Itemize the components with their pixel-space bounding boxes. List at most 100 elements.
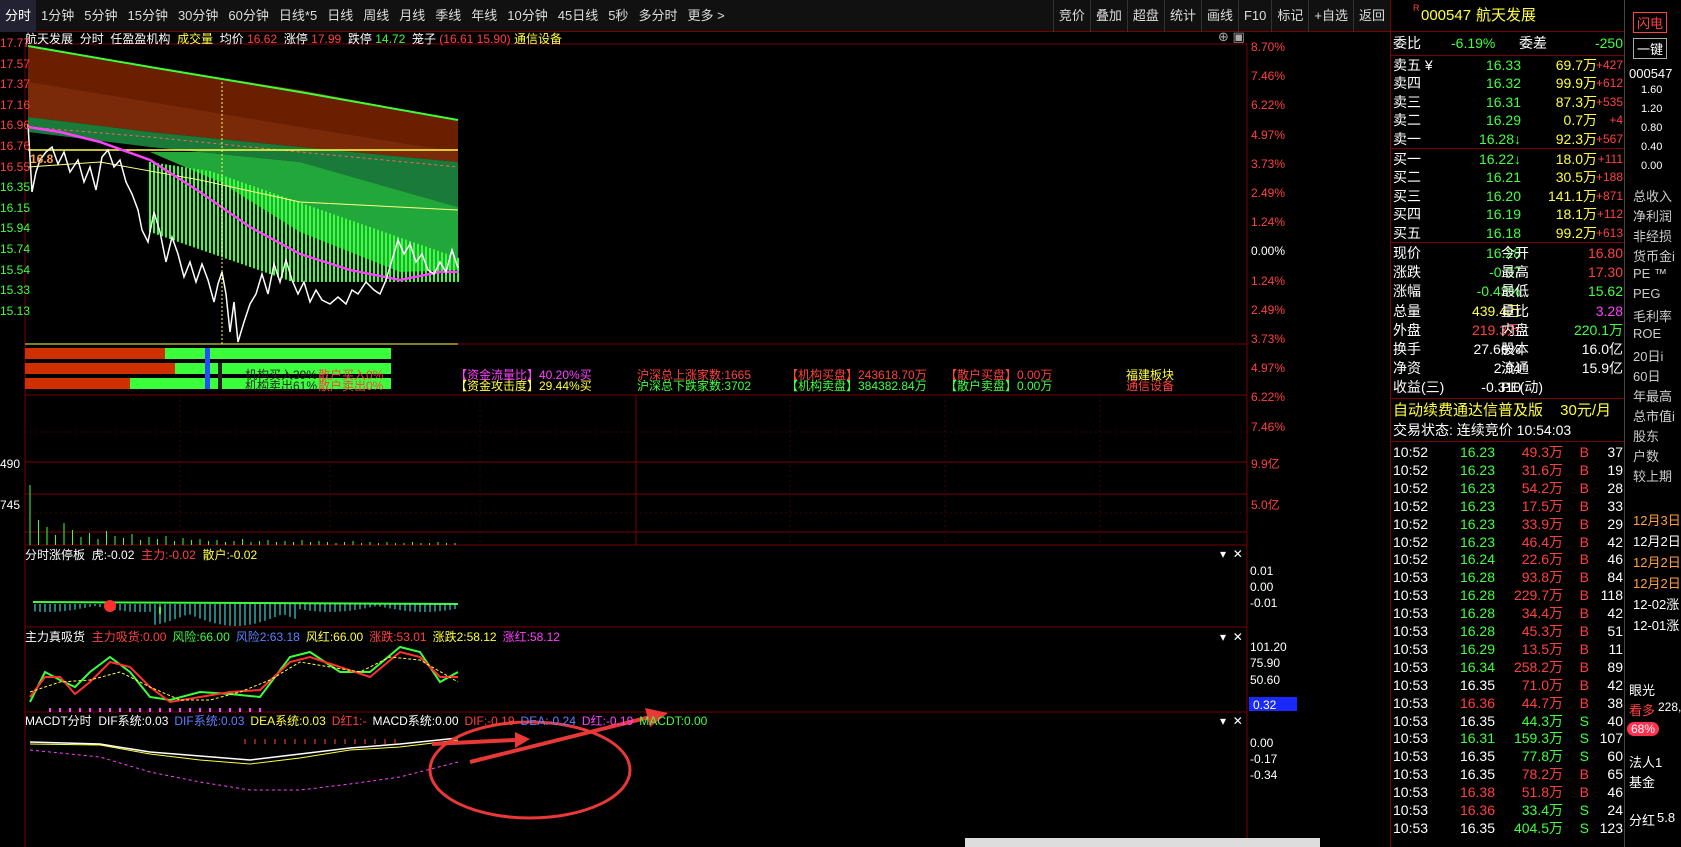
orderbook-row[interactable]: 卖二 16.29 0.7万 +4: [1391, 111, 1625, 130]
period-tab[interactable]: 5秒: [603, 0, 633, 32]
tick-row: 10:53 16.35 77.8万 S 60: [1393, 748, 1623, 765]
period-tab[interactable]: 30分钟: [173, 0, 223, 32]
toolbar-button[interactable]: 标记: [1271, 0, 1308, 32]
period-tab[interactable]: 60分钟: [223, 0, 273, 32]
toolbar-button[interactable]: 画线: [1200, 0, 1238, 32]
period-tab[interactable]: 45日线: [553, 0, 603, 32]
period-tab[interactable]: 多分时: [633, 0, 682, 32]
tick-row: 10:53 16.34 258.2万 B 89: [1393, 658, 1623, 675]
period-tab[interactable]: 15分钟: [122, 0, 172, 32]
indicator-value: 58.12: [529, 630, 560, 644]
chart-window-controls[interactable]: ⊕ ▣: [1218, 30, 1245, 44]
tick-row: 10:53 16.31 159.3万 S 107: [1393, 730, 1623, 747]
stat-row: 总量 439.4万 量比 3.28: [1393, 302, 1623, 319]
flash-button[interactable]: 闪电: [1633, 12, 1668, 33]
indicator-value: 0.03: [302, 714, 326, 728]
pct-tick: 4.97%: [1251, 361, 1286, 376]
pct-tick: 6.22%: [1251, 390, 1286, 405]
toolbar-button[interactable]: 竞价: [1052, 0, 1090, 32]
chart-area[interactable]: 航天发展 分时 任盈盈机构 成交量 均价 16.62 涨停 17.99 跌停 1…: [0, 30, 1390, 847]
indicator-value: -0.19: [605, 714, 634, 728]
subchart1-close-icon[interactable]: ▾ ✕: [1220, 547, 1243, 561]
indicator-value: 0.00: [143, 630, 167, 644]
period-tab[interactable]: 分时: [0, 0, 37, 32]
info-sidebar: 闪电 一键 000547 1.60 1.20 0.80 0.40 0.00 总收入 净利润…: [1624, 0, 1681, 847]
price-tick: 16.96: [0, 118, 31, 133]
notification-popup[interactable]: [965, 838, 1320, 847]
toolbar-button[interactable]: 返回: [1352, 0, 1390, 32]
indicator-label: D红:: [581, 714, 606, 728]
orderbook-row[interactable]: 买五 16.18 99.2万 +613: [1391, 224, 1625, 243]
tick-row: 10:53 16.28 45.3万 B 51: [1393, 623, 1623, 639]
subchart2-header: 主力真吸货 主力吸货:0.00 风险:66.00 风险2:63.18 风红:66.00…: [25, 630, 560, 644]
subchart3-close-icon[interactable]: ▾ ✕: [1220, 714, 1243, 728]
orderbook-row[interactable]: 买四 16.19 18.1万 +112: [1391, 205, 1625, 224]
orderbook-row[interactable]: 卖四 16.32 99.9万 +612: [1391, 74, 1625, 93]
indicator-value: 0.00: [683, 714, 708, 728]
tick-row: 10:53 16.36 44.7万 B 38: [1393, 694, 1623, 711]
toolbar-button[interactable]: 超盘: [1126, 0, 1164, 32]
orderbook-row[interactable]: 买三 16.20 141.1万 +871: [1391, 187, 1625, 206]
indicator-value: -0.19: [487, 714, 515, 728]
indicator-value: -0.24: [548, 714, 576, 728]
promo-banner[interactable]: 自动续费通达信普及版 30元/月: [1391, 401, 1625, 420]
price-tick: 16.35: [0, 180, 31, 195]
toolbar-button[interactable]: 叠加: [1089, 0, 1127, 32]
pct-tick: 3.73%: [1251, 156, 1286, 171]
indicator-label: 风险:: [172, 630, 200, 644]
period-tab[interactable]: 周线: [358, 0, 394, 32]
period-tab[interactable]: 日线*5: [274, 0, 322, 32]
period-tab[interactable]: 日线: [322, 0, 358, 32]
stat-row: 换手 27.66% 股本 16.0亿: [1393, 341, 1623, 357]
orderbook-row[interactable]: 卖一 16.28↓ 92.3万 +567: [1391, 130, 1625, 149]
indicator-label: 风险2:: [235, 630, 270, 644]
tick-row: 10:52 16.23 17.5万 B 33: [1393, 497, 1623, 514]
period-tab[interactable]: 1分钟: [36, 0, 79, 32]
tick-row: 10:53 16.38 51.8万 B 46: [1393, 784, 1623, 801]
indicator-value: 63.18: [269, 630, 300, 644]
price-tick: 16.55: [0, 159, 31, 174]
one-key-button[interactable]: 一键: [1633, 38, 1668, 59]
tick-row: 10:52 16.23 31.6万 B 19: [1393, 461, 1623, 478]
tick-row: 10:53 16.36 33.4万 S 24: [1393, 802, 1623, 818]
indicator-label: DEA:: [520, 714, 549, 728]
stat-row: 涨幅 -0.43% 最低 15.62: [1393, 283, 1623, 300]
orderbook-row[interactable]: 卖五 ¥16.33 69.7万 +427: [1391, 56, 1625, 75]
toolbar-button[interactable]: +自选: [1308, 0, 1353, 32]
indicator-label: DIF系统:: [98, 714, 146, 728]
quote-header: R 000547 航天发展: [1391, 0, 1625, 32]
pct-tick: 7.46%: [1251, 69, 1286, 84]
tick-row: 10:52 16.23 46.4万 B 42: [1393, 533, 1623, 550]
indicator-value: 53.01: [396, 630, 427, 644]
price-tick: 16.76: [0, 139, 31, 153]
price-tick: 17.57: [0, 56, 31, 71]
price-tick: 15.33: [0, 283, 31, 298]
indicator-value: 0.03: [145, 714, 169, 728]
price-tick: 16.15: [0, 200, 31, 215]
indicator-label: 涨跌2:: [432, 630, 467, 644]
toolbar-button[interactable]: 统计: [1163, 0, 1201, 32]
subchart2-close-icon[interactable]: ▾ ✕: [1220, 630, 1243, 644]
period-tab[interactable]: 月线: [394, 0, 430, 32]
period-tab[interactable]: 更多 >: [682, 0, 729, 32]
indicator-value: 66.00: [333, 630, 364, 644]
chart-marker: 16.8: [30, 152, 54, 166]
orderbook-row[interactable]: 卖三 16.31 87.3万 +535: [1391, 93, 1625, 112]
orderbook-row[interactable]: 买一 16.22↓ 18.0万 +111: [1391, 150, 1625, 169]
period-tab[interactable]: 10分钟: [502, 0, 552, 32]
pct-tick: 7.46%: [1251, 419, 1286, 434]
price-tick: 15.54: [0, 262, 31, 277]
indicator-value: 58.12: [466, 630, 497, 644]
period-tab[interactable]: 季线: [430, 0, 466, 32]
indicator-label: DEA系统:: [250, 714, 303, 728]
tick-row: 10:53 16.28 93.8万 B 84: [1393, 569, 1623, 586]
period-tab[interactable]: 年线: [466, 0, 502, 32]
toolbar-button[interactable]: F10: [1237, 0, 1271, 32]
price-tick: 17.16: [0, 97, 31, 112]
stat-row: 外盘 219.3万 内盘 220.1万: [1393, 321, 1623, 338]
pct-tick: 6.22%: [1251, 98, 1286, 113]
orderbook-row[interactable]: 买二 16.21 30.5万 +188: [1391, 168, 1625, 187]
period-tab[interactable]: 5分钟: [79, 0, 122, 32]
tick-row: 10:52 16.23 49.3万 B 37: [1393, 444, 1623, 460]
period-toolbar: 分时 1分钟 5分钟 15分钟 30分钟 60分钟 日线*5 日线 周线 月线 季线 年线 10分钟 45…: [0, 0, 1390, 32]
